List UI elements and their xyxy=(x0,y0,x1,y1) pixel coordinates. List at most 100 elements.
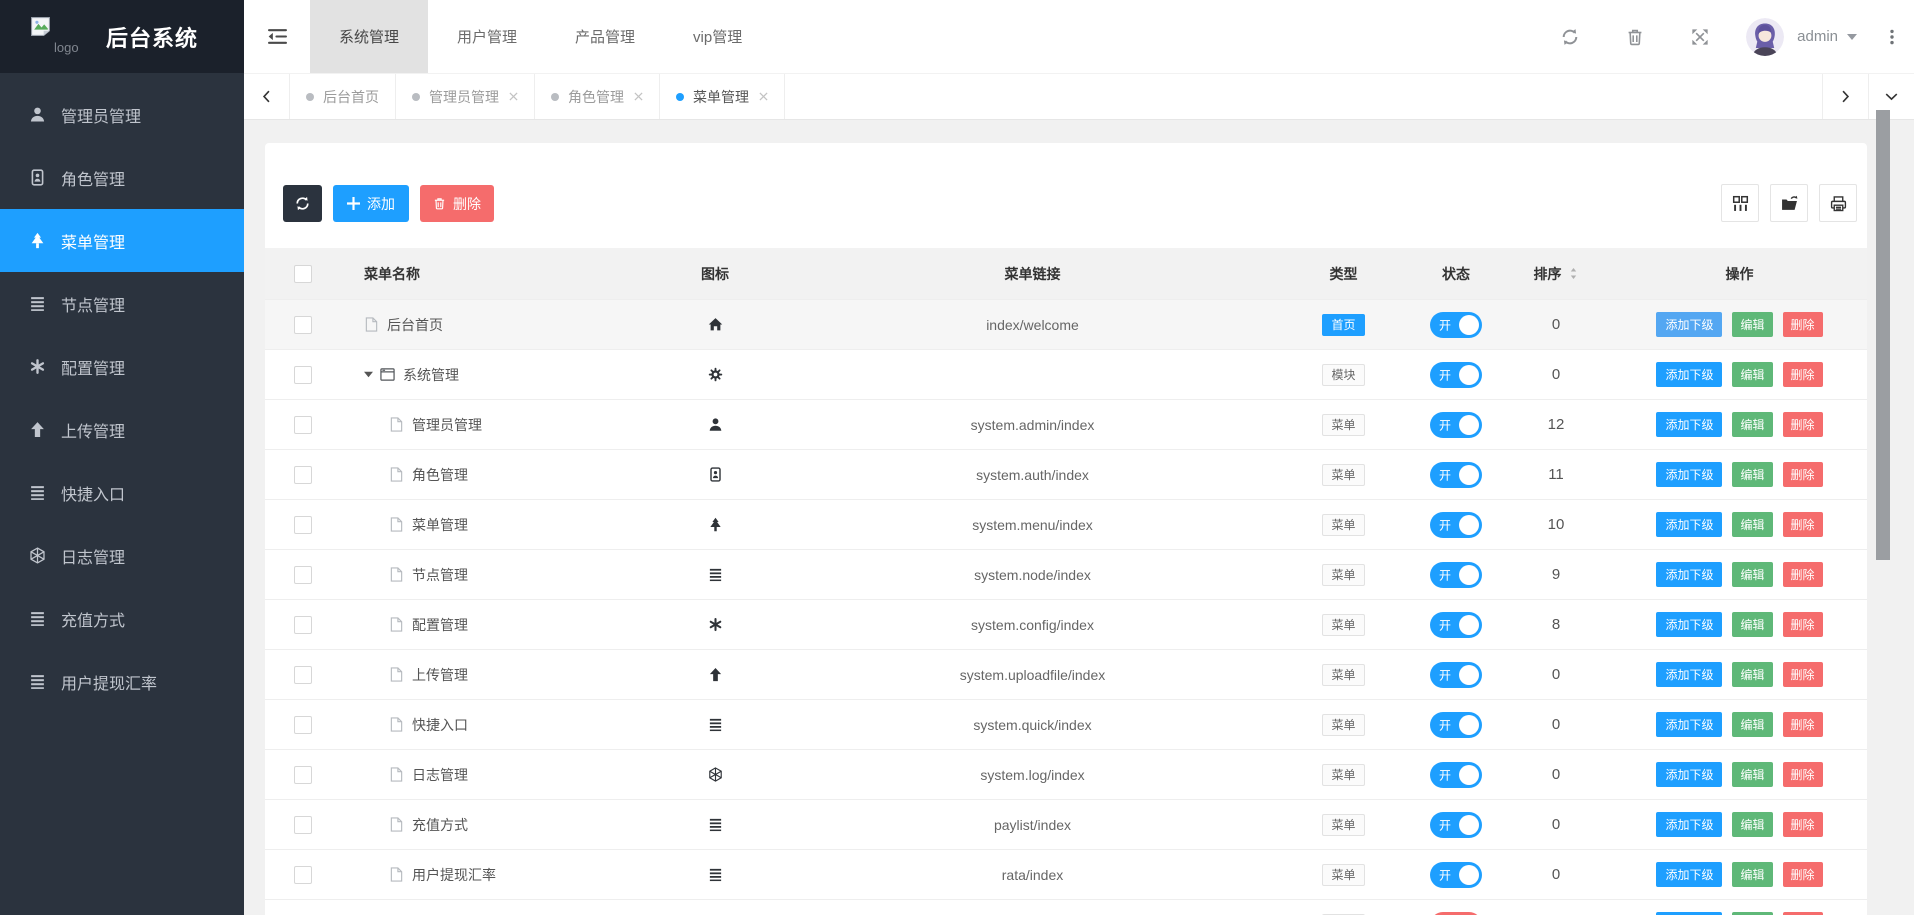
row-checkbox[interactable] xyxy=(293,815,312,834)
delete-row-button[interactable]: 删除 xyxy=(1782,762,1823,787)
sort-arrows-icon[interactable] xyxy=(1568,268,1579,279)
add-child-button[interactable]: 添加下级 xyxy=(1656,762,1723,787)
refresh-icon[interactable] xyxy=(1537,28,1602,46)
row-checkbox[interactable] xyxy=(293,415,312,434)
row-checkbox[interactable] xyxy=(293,465,312,484)
row-checkbox[interactable] xyxy=(293,315,312,334)
export-button[interactable] xyxy=(1770,184,1808,222)
status-toggle[interactable]: 开 xyxy=(1430,861,1482,888)
status-toggle[interactable]: 开 xyxy=(1430,711,1482,738)
edit-button[interactable]: 编辑 xyxy=(1732,562,1773,587)
row-checkbox[interactable] xyxy=(293,865,312,884)
add-child-button[interactable]: 添加下级 xyxy=(1656,512,1723,537)
status-toggle[interactable]: 开 xyxy=(1430,411,1482,438)
delete-row-button[interactable]: 删除 xyxy=(1782,412,1823,437)
add-button[interactable]: 添加 xyxy=(333,185,409,222)
add-child-button[interactable]: 添加下级 xyxy=(1656,862,1723,887)
row-checkbox[interactable] xyxy=(293,715,312,734)
edit-button[interactable]: 编辑 xyxy=(1732,612,1773,637)
filter-columns-button[interactable] xyxy=(1721,184,1759,222)
caret-down-icon[interactable] xyxy=(364,370,373,379)
edit-button[interactable]: 编辑 xyxy=(1732,312,1773,337)
tab-close-icon[interactable] xyxy=(509,92,518,101)
user-caret-down-icon[interactable] xyxy=(1847,32,1857,42)
add-child-button[interactable]: 添加下级 xyxy=(1656,612,1723,637)
edit-button[interactable]: 编辑 xyxy=(1732,712,1773,737)
sidebar-item-快捷入口[interactable]: 快捷入口 xyxy=(0,461,244,524)
status-toggle[interactable]: 开 xyxy=(1430,361,1482,388)
sidebar-item-菜单管理[interactable]: 菜单管理 xyxy=(0,209,244,272)
delete-row-button[interactable]: 删除 xyxy=(1782,712,1823,737)
page-scrollbar[interactable] xyxy=(1876,110,1890,560)
add-child-button[interactable]: 添加下级 xyxy=(1656,312,1723,337)
status-toggle[interactable]: 开 xyxy=(1430,761,1482,788)
select-all-checkbox[interactable] xyxy=(293,264,312,283)
more-menu-icon[interactable] xyxy=(1884,29,1900,45)
tabs-scroll-right-icon[interactable] xyxy=(1822,74,1868,119)
user-name[interactable]: admin xyxy=(1797,28,1838,45)
edit-button[interactable]: 编辑 xyxy=(1732,662,1773,687)
edit-button[interactable]: 编辑 xyxy=(1732,762,1773,787)
status-toggle[interactable]: 开 xyxy=(1430,311,1482,338)
edit-button[interactable]: 编辑 xyxy=(1732,362,1773,387)
status-toggle[interactable]: 关 xyxy=(1430,911,1482,915)
add-child-button[interactable]: 添加下级 xyxy=(1656,362,1723,387)
sidebar-item-配置管理[interactable]: 配置管理 xyxy=(0,335,244,398)
nav-tab-vip管理[interactable]: vip管理 xyxy=(664,0,771,73)
sidebar-item-角色管理[interactable]: 角色管理 xyxy=(0,146,244,209)
row-checkbox[interactable] xyxy=(293,615,312,634)
status-toggle[interactable]: 开 xyxy=(1430,461,1482,488)
delete-row-button[interactable]: 删除 xyxy=(1782,512,1823,537)
edit-button[interactable]: 编辑 xyxy=(1732,812,1773,837)
col-header-menu-name[interactable]: 菜单名称 xyxy=(340,248,640,299)
status-toggle[interactable]: 开 xyxy=(1430,561,1482,588)
tabs-menu-icon[interactable] xyxy=(1868,74,1914,119)
add-child-button[interactable]: 添加下级 xyxy=(1656,712,1723,737)
batch-delete-button[interactable]: 删除 xyxy=(420,185,494,222)
add-child-button[interactable]: 添加下级 xyxy=(1656,562,1723,587)
status-toggle[interactable]: 开 xyxy=(1430,661,1482,688)
avatar[interactable] xyxy=(1746,17,1785,56)
delete-row-button[interactable]: 删除 xyxy=(1782,462,1823,487)
status-toggle[interactable]: 开 xyxy=(1430,611,1482,638)
row-checkbox[interactable] xyxy=(293,765,312,784)
sidebar-item-用户提现汇率[interactable]: 用户提现汇率 xyxy=(0,650,244,713)
delete-row-button[interactable]: 删除 xyxy=(1782,812,1823,837)
sidebar-item-日志管理[interactable]: 日志管理 xyxy=(0,524,244,587)
delete-row-button[interactable]: 删除 xyxy=(1782,662,1823,687)
nav-tab-产品管理[interactable]: 产品管理 xyxy=(546,0,664,73)
sidebar-item-上传管理[interactable]: 上传管理 xyxy=(0,398,244,461)
col-header-status[interactable]: 状态 xyxy=(1412,248,1500,299)
nav-tab-系统管理[interactable]: 系统管理 xyxy=(310,0,429,73)
delete-row-button[interactable]: 删除 xyxy=(1782,562,1823,587)
sidebar-item-充值方式[interactable]: 充值方式 xyxy=(0,587,244,650)
delete-row-button[interactable]: 删除 xyxy=(1782,312,1823,337)
delete-row-button[interactable]: 删除 xyxy=(1782,612,1823,637)
row-checkbox[interactable] xyxy=(293,365,312,384)
tab-管理员管理[interactable]: 管理员管理 xyxy=(396,74,535,119)
row-checkbox[interactable] xyxy=(293,565,312,584)
delete-row-button[interactable]: 删除 xyxy=(1782,862,1823,887)
col-header-type[interactable]: 类型 xyxy=(1275,248,1412,299)
tabs-scroll-left-icon[interactable] xyxy=(244,74,290,119)
edit-button[interactable]: 编辑 xyxy=(1732,462,1773,487)
tab-close-icon[interactable] xyxy=(634,92,643,101)
tab-菜单管理[interactable]: 菜单管理 xyxy=(660,74,785,119)
clear-cache-icon[interactable] xyxy=(1602,28,1667,46)
add-child-button[interactable]: 添加下级 xyxy=(1656,812,1723,837)
col-header-icon[interactable]: 图标 xyxy=(640,248,790,299)
status-toggle[interactable]: 开 xyxy=(1430,811,1482,838)
row-checkbox[interactable] xyxy=(293,665,312,684)
refresh-table-button[interactable] xyxy=(283,185,322,222)
delete-row-button[interactable]: 删除 xyxy=(1782,362,1823,387)
col-header-link[interactable]: 菜单链接 xyxy=(790,248,1275,299)
sidebar-item-管理员管理[interactable]: 管理员管理 xyxy=(0,83,244,146)
edit-button[interactable]: 编辑 xyxy=(1732,512,1773,537)
print-button[interactable] xyxy=(1819,184,1857,222)
add-child-button[interactable]: 添加下级 xyxy=(1656,662,1723,687)
sidebar-collapse-icon[interactable] xyxy=(244,27,310,46)
tab-close-icon[interactable] xyxy=(759,92,768,101)
row-checkbox[interactable] xyxy=(293,515,312,534)
edit-button[interactable]: 编辑 xyxy=(1732,412,1773,437)
sidebar-item-节点管理[interactable]: 节点管理 xyxy=(0,272,244,335)
